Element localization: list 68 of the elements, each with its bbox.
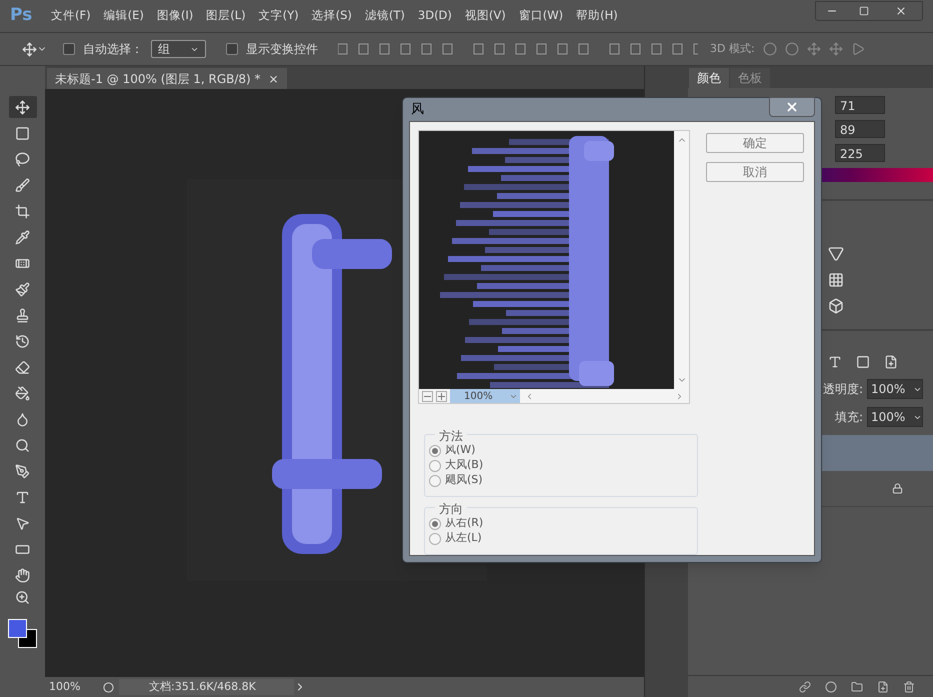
new-layer-icon[interactable] <box>877 680 889 692</box>
ok-button[interactable]: 确定 <box>706 133 804 153</box>
auto-select-dropdown[interactable]: 组 <box>151 40 206 58</box>
dialog-title: 风 <box>410 100 424 119</box>
tab-close-icon[interactable]: × <box>268 70 279 88</box>
opacity-field[interactable]: 100% <box>867 379 923 399</box>
panel-tab[interactable]: 色板 <box>730 68 770 88</box>
radio-label: 飓风(S) <box>445 472 483 488</box>
group-legend: 方法 <box>435 427 467 445</box>
checkbox[interactable] <box>226 43 238 55</box>
scroll-right-icon[interactable] <box>675 392 684 400</box>
menu-item[interactable]: 帮助(H) <box>576 7 618 25</box>
cancel-button[interactable]: 取消 <box>706 162 804 182</box>
zoom-select[interactable]: 100% <box>450 389 520 403</box>
group-legend: 方向 <box>435 500 467 518</box>
shape-filter-icon[interactable] <box>856 355 870 369</box>
color-value-field[interactable]: 89 <box>835 120 885 138</box>
color-value-field[interactable]: 71 <box>835 96 885 114</box>
radio-button[interactable] <box>429 460 441 472</box>
status-zoom: 100% <box>48 678 82 695</box>
grid-icon[interactable] <box>828 272 844 288</box>
menu-item[interactable]: 图层(L) <box>206 7 246 25</box>
checkbox-label: 显示变换控件 <box>246 41 318 58</box>
menu-item[interactable]: 视图(V) <box>464 7 506 25</box>
radio-label: 从左(L) <box>445 530 482 546</box>
zoom-out-button[interactable] <box>422 390 433 402</box>
radio-label: 大风(B) <box>445 457 484 474</box>
checkbox-label: 自动选择： <box>83 41 143 58</box>
plus-icon <box>438 392 445 400</box>
mask-icon[interactable] <box>825 680 837 692</box>
trash-icon[interactable] <box>903 680 915 692</box>
close-button[interactable] <box>769 96 815 116</box>
lock-icon <box>892 483 903 494</box>
fill-label: 填充: <box>834 409 863 426</box>
radio-button[interactable] <box>429 532 441 544</box>
opacity-label: 透明度: <box>822 381 863 398</box>
color-value-field[interactable]: 225 <box>835 144 885 162</box>
smart-object-filter-icon[interactable] <box>884 355 898 369</box>
move-tool-icon[interactable] <box>8 96 36 118</box>
zoom-in-button[interactable] <box>436 390 447 402</box>
folder-icon[interactable] <box>851 680 863 692</box>
menu-item[interactable]: 选择(S) <box>312 7 352 25</box>
menu-item[interactable]: 文件(F) <box>51 7 91 25</box>
color-swatches-icon[interactable] <box>8 619 38 649</box>
menu-item[interactable]: 滤镜(T) <box>364 7 405 25</box>
radio-button[interactable] <box>429 518 441 530</box>
panel-tab[interactable]: 颜色 <box>689 68 729 88</box>
fill-field[interactable]: 100% <box>867 407 923 427</box>
mode-3d-label: 3D 模式: <box>710 40 755 57</box>
close-icon <box>785 100 799 114</box>
move-tool-icon[interactable] <box>22 42 47 56</box>
radio-button[interactable] <box>429 444 441 456</box>
menu-item[interactable]: 文字(Y) <box>258 7 299 25</box>
document-size: 文档:351.6K/468.8K <box>119 678 294 696</box>
type-filter-icon[interactable] <box>828 355 842 369</box>
menu-item[interactable]: 图像(I) <box>156 7 194 25</box>
triangle-icon[interactable] <box>828 246 844 262</box>
app-logo: Ps <box>10 4 34 28</box>
menu-item[interactable]: 编辑(E) <box>104 7 144 25</box>
menu-item[interactable]: 3D(D) <box>418 7 452 25</box>
scroll-left-icon[interactable] <box>525 392 534 400</box>
radio-button[interactable] <box>429 474 441 486</box>
link-icon[interactable] <box>799 680 811 692</box>
document-tab[interactable]: 未标题-1 @ 100% (图层 1, RGB/8) * × <box>47 68 287 89</box>
menu-item[interactable]: 窗口(W) <box>518 7 564 25</box>
checkbox[interactable] <box>63 43 75 55</box>
zoom-tool-icon[interactable] <box>15 590 30 605</box>
align-distribute-icons[interactable] <box>338 41 698 57</box>
